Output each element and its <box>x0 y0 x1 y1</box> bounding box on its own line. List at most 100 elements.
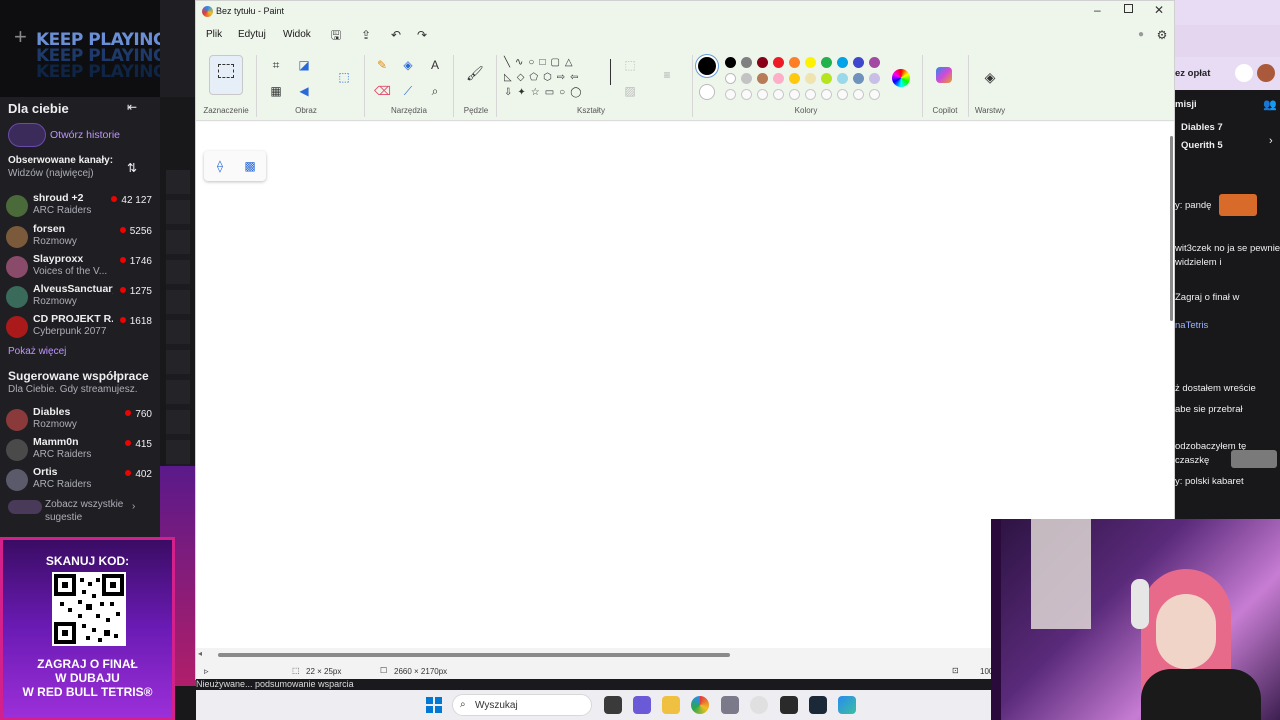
steam-icon[interactable] <box>809 696 827 714</box>
chevron-right-icon[interactable]: › <box>132 501 135 512</box>
custom-color-slot[interactable] <box>741 89 752 100</box>
suggested-item[interactable]: Mamm0n ARC Raiders 415 <box>6 435 154 465</box>
custom-color-slot[interactable] <box>853 89 864 100</box>
menu-edit[interactable]: Edytuj <box>238 29 266 40</box>
color-swatch[interactable] <box>725 57 736 68</box>
custom-color-slot[interactable] <box>869 89 880 100</box>
avatar-stack[interactable] <box>8 123 46 147</box>
suggested-item[interactable]: Diables Rozmowy 760 <box>6 405 154 435</box>
color-swatch[interactable] <box>805 73 816 84</box>
account-icon[interactable]: ● <box>1133 27 1149 43</box>
app-icon-2[interactable] <box>780 696 798 714</box>
color-swatch[interactable] <box>789 57 800 68</box>
settings-gear-icon[interactable]: ⚙ <box>1154 27 1170 43</box>
color-swatch[interactable] <box>773 73 784 84</box>
color-swatch[interactable] <box>773 57 784 68</box>
color-swatch[interactable] <box>869 73 880 84</box>
image-creator-icon[interactable]: ⬚ <box>336 69 352 85</box>
scroll-left-icon[interactable]: ◂ <box>198 649 202 658</box>
windows-start-icon[interactable] <box>426 697 442 713</box>
paint-taskbar-icon[interactable] <box>838 696 856 714</box>
eraser-icon[interactable]: ⌫ <box>374 83 391 99</box>
color-swatch[interactable] <box>741 73 752 84</box>
channel-item[interactable]: Slayproxx Voices of the V... 1746 <box>6 252 154 282</box>
discord-icon[interactable] <box>633 696 651 714</box>
background-removal-icon[interactable]: ▦ <box>268 83 284 99</box>
followed-sort[interactable]: Widzów (najwięcej) <box>8 168 94 179</box>
color-swatch[interactable] <box>725 73 736 84</box>
color-swatch[interactable] <box>805 57 816 68</box>
show-more-link[interactable]: Pokaż więcej <box>8 346 66 357</box>
color-swatch[interactable] <box>853 57 864 68</box>
obs-icon[interactable] <box>750 696 768 714</box>
star-shape-icon[interactable]: ⇩✦☆▭○◯ <box>504 87 586 98</box>
color-swatch[interactable] <box>853 73 864 84</box>
horizontal-scroll-thumb[interactable] <box>218 653 730 657</box>
channel-item[interactable]: shroud +2 ARC Raiders 42 127 <box>6 191 154 221</box>
file-explorer-icon[interactable] <box>662 696 680 714</box>
channel-item[interactable]: AlveusSanctuary Rozmowy 1275 <box>6 282 154 312</box>
see-all-suggestions[interactable]: Zobacz wszystkie sugestie <box>45 498 130 524</box>
suggested-item[interactable]: Ortis ARC Raiders 402 <box>6 465 154 495</box>
shapes-gallery[interactable]: ╲∿○□▢△ ◺◇⬠⬡⇨⇦ ⇩✦☆▭○◯ <box>504 55 610 103</box>
primary-color-swatch[interactable] <box>698 57 716 75</box>
channel-item[interactable]: forsen Rozmowy 5256 <box>6 222 154 252</box>
magnifier-icon[interactable]: ⌕ <box>427 83 443 99</box>
chevron-right-icon[interactable]: › <box>1269 135 1273 147</box>
custom-color-slot[interactable] <box>725 89 736 100</box>
selection-tool-button[interactable] <box>209 55 243 95</box>
crop-icon[interactable]: ⌗ <box>268 57 284 73</box>
fit-to-window-icon[interactable]: ⊡ <box>952 666 959 675</box>
layers-icon[interactable]: ◈ <box>982 69 998 85</box>
color-swatch[interactable] <box>757 73 768 84</box>
color-swatch[interactable] <box>789 73 800 84</box>
menu-file[interactable]: Plik <box>206 29 222 40</box>
app-icon[interactable] <box>721 696 739 714</box>
color-swatch[interactable] <box>821 73 832 84</box>
brush-icon[interactable]: 🖌 <box>466 65 484 81</box>
maximize-icon[interactable] <box>1124 4 1133 13</box>
fill-icon[interactable]: ◈ <box>400 57 416 73</box>
copilot-icon[interactable] <box>936 67 952 83</box>
avatar[interactable] <box>1235 64 1253 82</box>
history-link[interactable]: Otwórz historie <box>50 129 120 141</box>
redo-icon[interactable]: ↷ <box>414 27 430 43</box>
custom-color-slot[interactable] <box>821 89 832 100</box>
paint-titlebar[interactable]: Bez tytułu - Paint – ✕ <box>196 1 1174 23</box>
close-icon[interactable]: ✕ <box>1154 3 1164 17</box>
line-shape-icon[interactable]: ╲∿○□▢△ <box>504 57 578 68</box>
secondary-color-swatch[interactable] <box>699 84 715 100</box>
color-picker-icon[interactable]: ⟋ <box>400 83 416 99</box>
task-view-icon[interactable] <box>604 696 622 714</box>
color-swatch[interactable] <box>757 57 768 68</box>
polygon-shape-icon[interactable]: ◺◇⬠⬡⇨⇦ <box>504 72 584 83</box>
menu-view[interactable]: Widok <box>283 29 311 40</box>
undo-icon[interactable]: ↶ <box>388 27 404 43</box>
image-generation-icon[interactable]: ⟠ <box>212 158 228 174</box>
color-swatch[interactable] <box>741 57 752 68</box>
sort-icon[interactable]: ⇅ <box>127 161 137 175</box>
custom-color-slot[interactable] <box>837 89 848 100</box>
chrome-icon[interactable] <box>691 696 709 714</box>
color-swatch[interactable] <box>869 57 880 68</box>
save-icon[interactable]: 🖫 <box>328 27 344 43</box>
users-icon[interactable]: 👥 <box>1263 98 1277 111</box>
text-icon[interactable]: A <box>427 57 443 73</box>
color-swatch[interactable] <box>821 57 832 68</box>
avatar[interactable] <box>1257 64 1275 82</box>
custom-color-slot[interactable] <box>805 89 816 100</box>
custom-color-slot[interactable] <box>789 89 800 100</box>
share-icon[interactable]: ⇪ <box>358 27 374 43</box>
minimize-icon[interactable]: – <box>1094 3 1101 17</box>
edit-colors-icon[interactable] <box>892 69 910 87</box>
custom-color-slot[interactable] <box>757 89 768 100</box>
color-swatch[interactable] <box>837 73 848 84</box>
pencil-icon[interactable]: ✎ <box>374 57 390 73</box>
channel-item[interactable]: CD PROJEKT R... Cyberpunk 2077 1618 <box>6 312 154 342</box>
color-swatch[interactable] <box>837 57 848 68</box>
remove-background-icon[interactable]: ▩ <box>242 158 258 174</box>
custom-color-slot[interactable] <box>773 89 784 100</box>
vertical-scrollbar[interactable] <box>1170 136 1173 321</box>
resize-icon[interactable]: ◪ <box>296 57 312 73</box>
rotate-icon[interactable]: ◀ <box>296 83 312 99</box>
